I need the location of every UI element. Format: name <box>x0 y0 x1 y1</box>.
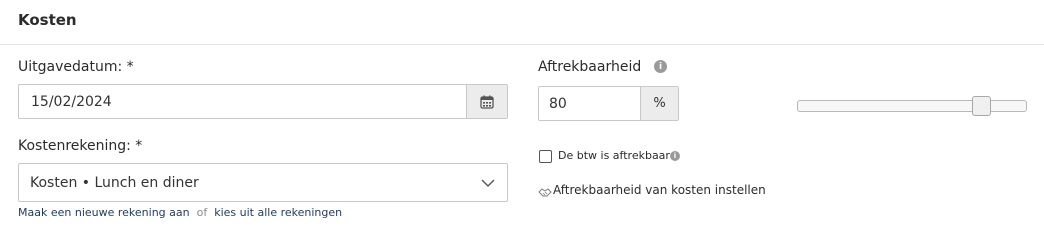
handshake-icon <box>538 187 552 196</box>
account-select[interactable]: Kosten • Lunch en diner <box>18 163 508 202</box>
helper-separator: of <box>196 206 208 219</box>
deductibility-settings-label: Aftrekbaarheid van kosten instellen <box>553 183 766 197</box>
new-account-link[interactable]: Maak een nieuwe rekening aan <box>18 206 190 219</box>
deductibility-settings-link[interactable]: Aftrekbaarheid van kosten instellen <box>538 183 766 197</box>
date-input[interactable] <box>19 85 467 118</box>
section-title: Kosten <box>18 11 77 29</box>
slider-thumb[interactable] <box>972 96 991 116</box>
deductibility-slider[interactable] <box>797 96 1027 116</box>
deductibility-label: Aftrekbaarheid <box>538 59 642 75</box>
chevron-down-icon <box>481 179 495 187</box>
slider-track <box>797 100 1027 112</box>
calendar-icon <box>480 95 494 109</box>
account-label: Kostenrekening: * <box>18 138 143 154</box>
vat-deductible-label: De btw is aftrekbaar <box>558 149 670 162</box>
vat-deductible-checkbox[interactable] <box>539 150 552 163</box>
deductibility-field: % <box>538 86 679 121</box>
section-header: Kosten <box>0 0 1044 45</box>
date-field <box>18 84 508 119</box>
info-icon[interactable]: i <box>654 60 667 73</box>
vat-info-icon[interactable]: i <box>670 151 680 161</box>
date-label: Uitgavedatum: * <box>18 59 134 75</box>
calendar-button[interactable] <box>466 85 507 118</box>
account-helper: Maak een nieuwe rekening aan of kies uit… <box>18 206 342 219</box>
choose-account-link[interactable]: kies uit alle rekeningen <box>214 206 342 219</box>
percent-addon: % <box>640 87 678 120</box>
deductibility-input[interactable] <box>539 87 640 120</box>
account-selected-value: Kosten • Lunch en diner <box>30 175 199 191</box>
